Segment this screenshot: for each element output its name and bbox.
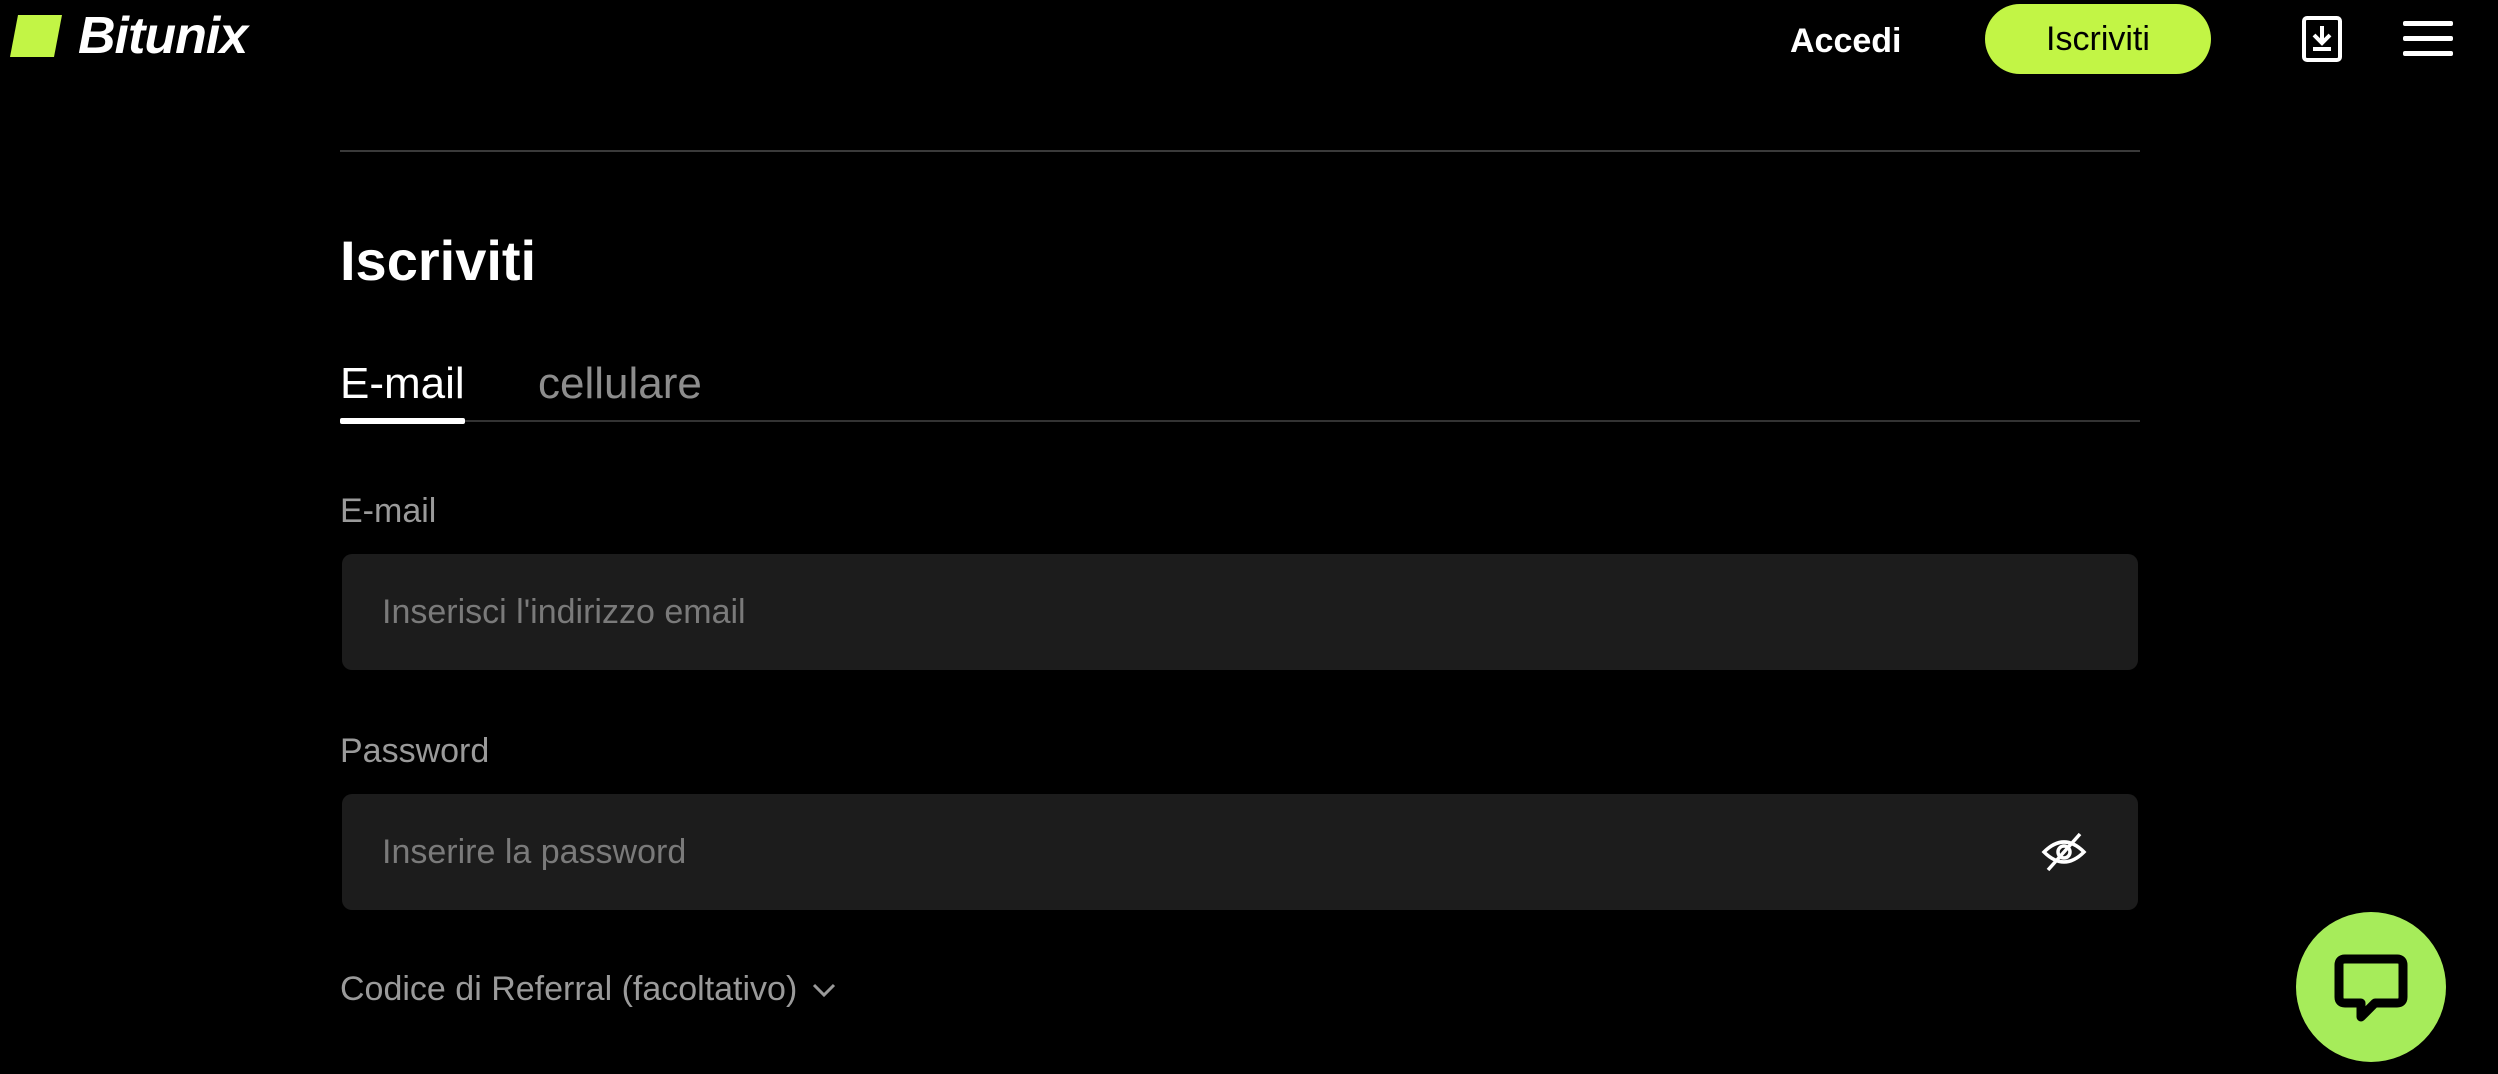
hamburger-menu-icon[interactable] [2403, 20, 2453, 58]
email-input[interactable] [342, 554, 2138, 670]
chat-bubble-icon [2334, 954, 2408, 1022]
signup-method-tabs: E-mail cellulare [340, 346, 2140, 424]
page-title: Iscriviti [340, 229, 537, 292]
tab-phone[interactable]: cellulare [538, 346, 702, 422]
eye-off-icon[interactable] [2040, 830, 2088, 874]
download-icon[interactable] [2302, 16, 2342, 62]
login-link[interactable]: Accedi [1790, 16, 1902, 66]
tab-email[interactable]: E-mail [340, 346, 465, 424]
password-input-container [342, 794, 2138, 910]
page: Bitunix Accedi Iscriviti Iscriviti E-mai… [0, 0, 2498, 1074]
live-chat-button[interactable] [2296, 912, 2446, 1062]
signup-button[interactable]: Iscriviti [1985, 4, 2211, 74]
referral-code-toggle[interactable]: Codice di Referral (facoltativo) [340, 970, 837, 1009]
brand-logo[interactable]: Bitunix [8, 7, 248, 65]
chevron-down-icon [813, 983, 836, 997]
email-input-container [342, 554, 2138, 670]
bitunix-logo-icon [10, 15, 62, 57]
brand-name: Bitunix [78, 7, 248, 65]
referral-label: Codice di Referral (facoltativo) [340, 970, 798, 1008]
password-input[interactable] [342, 794, 2138, 910]
divider [340, 150, 2140, 152]
password-label: Password [340, 732, 490, 770]
top-header: Bitunix Accedi Iscriviti [0, 0, 2498, 80]
email-label: E-mail [340, 492, 437, 530]
